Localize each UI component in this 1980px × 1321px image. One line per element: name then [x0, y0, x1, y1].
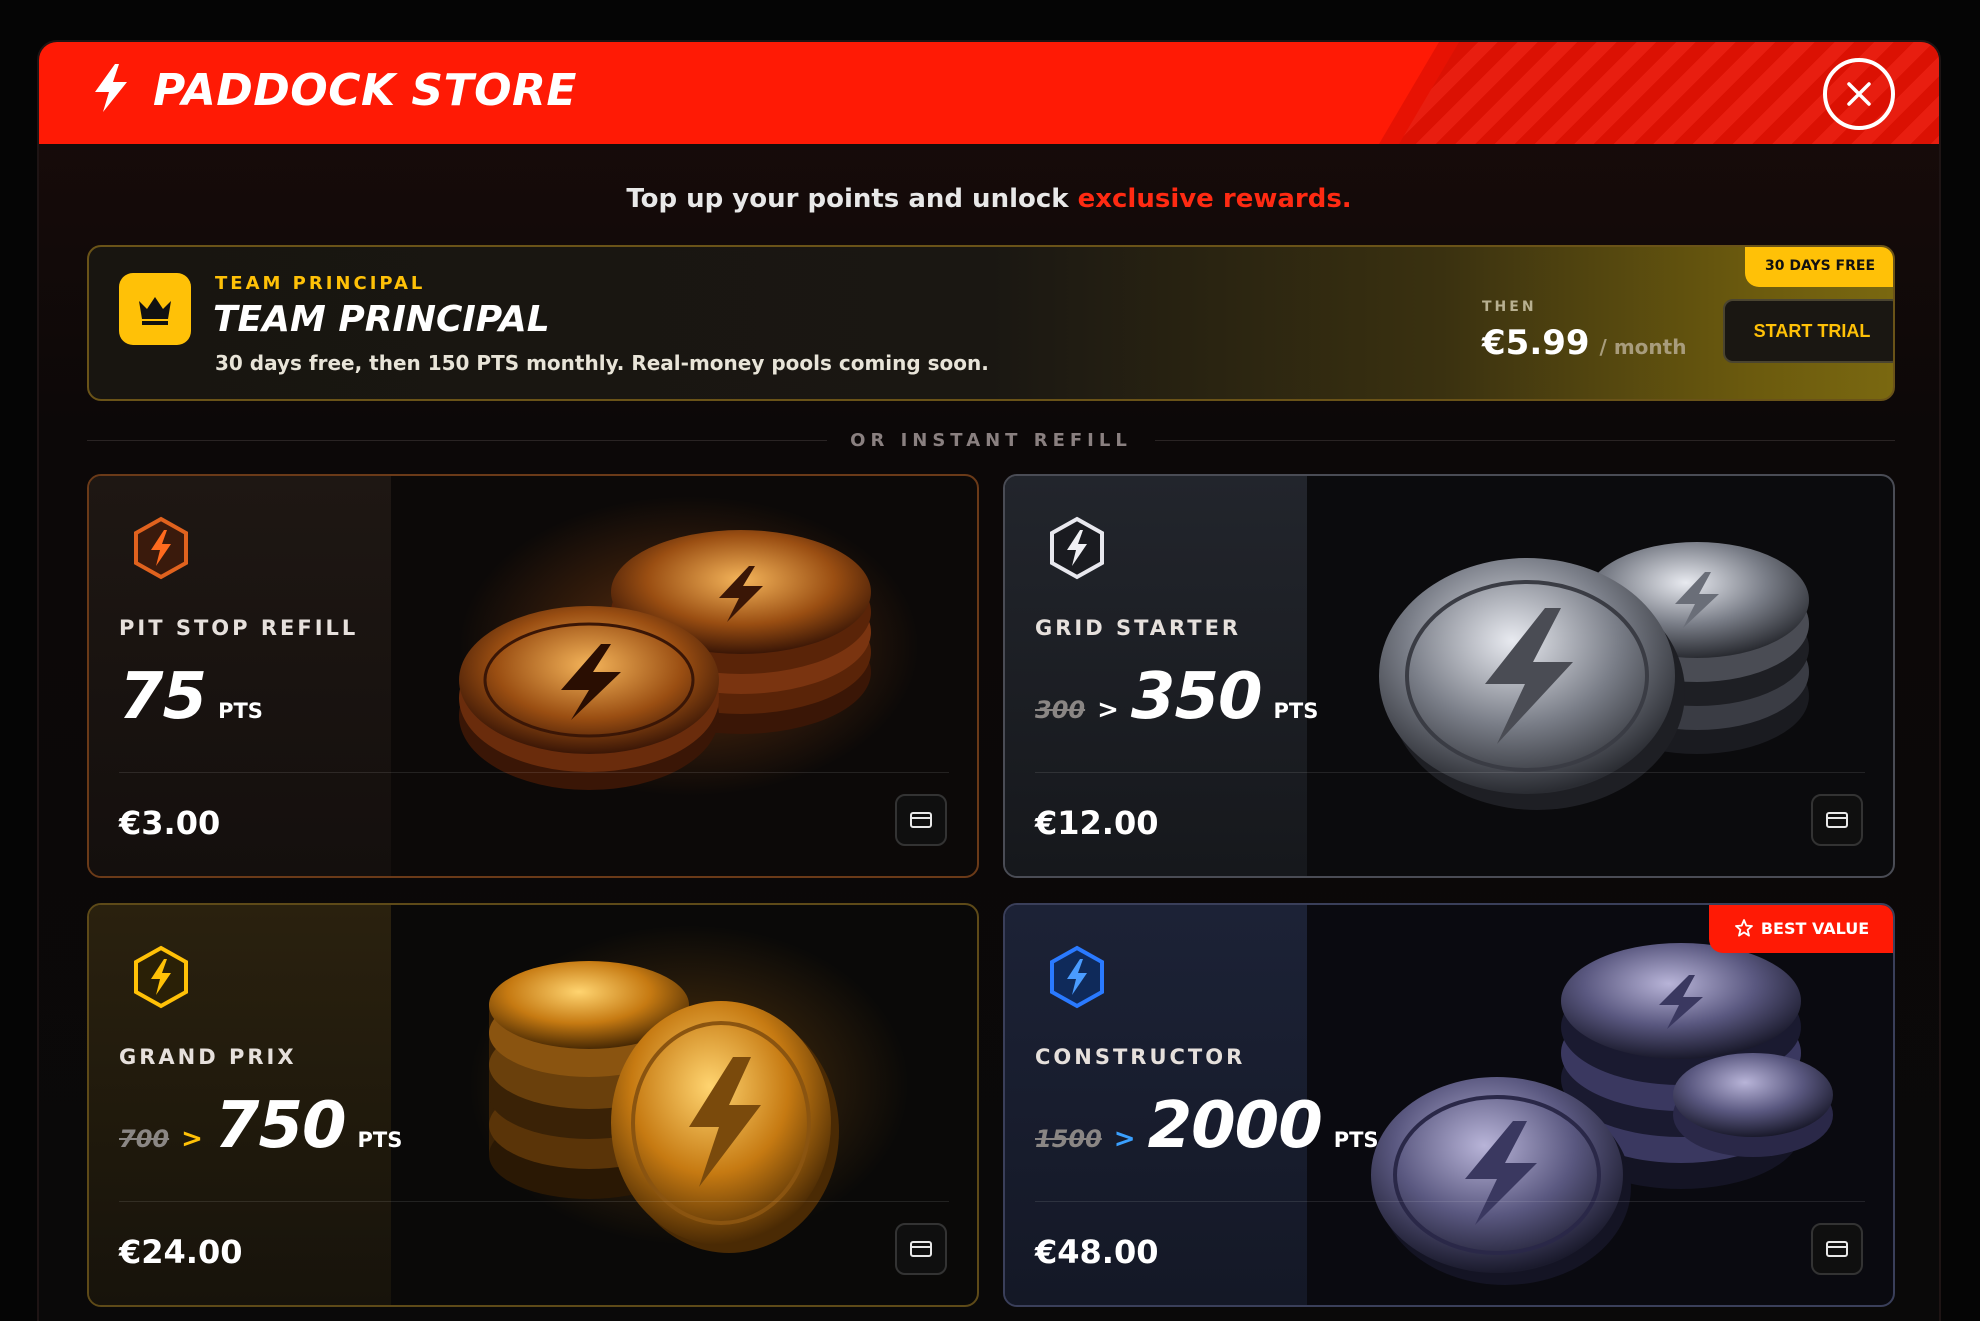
- pack-points-arrow: >: [181, 1124, 203, 1154]
- platinum-coins-art: [1305, 905, 1893, 1305]
- silver-coins-art: [1305, 476, 1893, 876]
- bronze-coins-art: [389, 476, 977, 876]
- pack-points-old: 700: [119, 1125, 170, 1153]
- pack-points: 1500 > 2000 PTS: [1035, 1089, 1379, 1163]
- then-label: THEN: [1482, 299, 1537, 315]
- best-value-label: BEST VALUE: [1760, 918, 1870, 938]
- crown-icon: [119, 273, 191, 345]
- credit-card-icon: [910, 812, 932, 828]
- pack-points-unit: PTS: [1333, 1128, 1379, 1152]
- free-trial-badge: 30 DAYS FREE: [1745, 247, 1893, 287]
- pay-card-button[interactable]: [1811, 1223, 1863, 1275]
- pack-card-constructor[interactable]: CONSTRUCTOR 1500 > 2000 PTS €48.00 BEST …: [1003, 903, 1895, 1307]
- credit-card-icon: [910, 1241, 932, 1257]
- pack-points-unit: PTS: [218, 699, 263, 723]
- team-principal-card: TEAM PRINCIPAL TEAM PRINCIPAL 30 days fr…: [87, 245, 1895, 401]
- pack-tier: CONSTRUCTOR: [1035, 1045, 1246, 1069]
- pack-card-pit-stop[interactable]: PIT STOP REFILL 75 PTS €3.00: [87, 474, 979, 878]
- pack-points-arrow: >: [1113, 1124, 1136, 1154]
- credit-card-icon: [1826, 1241, 1848, 1257]
- bolt-icon: [89, 62, 133, 118]
- pack-points-old: 1500: [1035, 1125, 1102, 1153]
- pack-points-value: 75: [119, 660, 207, 734]
- divider-label: OR INSTANT REFILL: [850, 430, 1132, 451]
- principal-eyebrow: TEAM PRINCIPAL: [215, 273, 426, 294]
- close-icon: [1847, 82, 1871, 106]
- best-value-badge: BEST VALUE: [1709, 905, 1893, 953]
- pack-price: €24.00: [119, 1233, 243, 1271]
- pack-points-value: 350: [1130, 660, 1263, 734]
- pay-card-button[interactable]: [895, 1223, 947, 1275]
- gold-coins-art: [389, 905, 977, 1305]
- pack-points-value: 2000: [1147, 1089, 1323, 1163]
- principal-description: 30 days free, then 150 PTS monthly. Real…: [215, 351, 989, 375]
- pay-card-button[interactable]: [1811, 794, 1863, 846]
- pay-card-button[interactable]: [895, 794, 947, 846]
- store-title: PADDOCK STORE: [153, 64, 577, 116]
- principal-price-amount: €5.99: [1482, 323, 1590, 363]
- bolt-hex-icon: [134, 945, 188, 1009]
- pack-points-value: 750: [214, 1089, 347, 1163]
- store-subtitle: Top up your points and unlock exclusive …: [39, 184, 1939, 214]
- credit-card-icon: [1826, 812, 1848, 828]
- pack-points: 700 > 750 PTS: [119, 1089, 402, 1163]
- pack-points: 75 PTS: [119, 660, 263, 734]
- principal-price-period: / month: [1599, 335, 1687, 359]
- pack-tier: PIT STOP REFILL: [119, 616, 359, 640]
- pack-tier: GRAND PRIX: [119, 1045, 297, 1069]
- close-button[interactable]: [1823, 58, 1895, 130]
- bolt-hex-icon: [1050, 945, 1104, 1009]
- pack-tier: GRID STARTER: [1035, 616, 1242, 640]
- star-icon: [1734, 919, 1753, 937]
- pack-card-grid-starter[interactable]: GRID STARTER 300 > 350 PTS €12.00: [1003, 474, 1895, 878]
- pack-points-arrow: >: [1097, 695, 1119, 725]
- pack-card-grand-prix[interactable]: GRAND PRIX 700 > 750 PTS €24.00: [87, 903, 979, 1307]
- subtitle-accent: exclusive rewards.: [1077, 184, 1352, 214]
- pack-points: 300 > 350 PTS: [1035, 660, 1318, 734]
- refill-divider: OR INSTANT REFILL: [87, 426, 1895, 456]
- start-trial-button[interactable]: START TRIAL: [1723, 299, 1893, 363]
- principal-title: TEAM PRINCIPAL: [213, 299, 550, 340]
- subtitle-text: Top up your points and unlock: [626, 184, 1078, 214]
- pack-price: €48.00: [1035, 1233, 1159, 1271]
- pack-points-old: 300: [1035, 696, 1086, 724]
- pack-price: €3.00: [119, 804, 221, 842]
- store-header: PADDOCK STORE: [39, 42, 1939, 144]
- store-brand: PADDOCK STORE: [89, 62, 577, 118]
- pack-points-unit: PTS: [357, 1128, 403, 1152]
- store-modal: PADDOCK STORE Top up your points and unl…: [37, 40, 1941, 1321]
- principal-price: €5.99 / month: [1482, 323, 1686, 363]
- bolt-hex-icon: [1050, 516, 1104, 580]
- pack-price: €12.00: [1035, 804, 1159, 842]
- bolt-hex-icon: [134, 516, 188, 580]
- pack-points-unit: PTS: [1273, 699, 1319, 723]
